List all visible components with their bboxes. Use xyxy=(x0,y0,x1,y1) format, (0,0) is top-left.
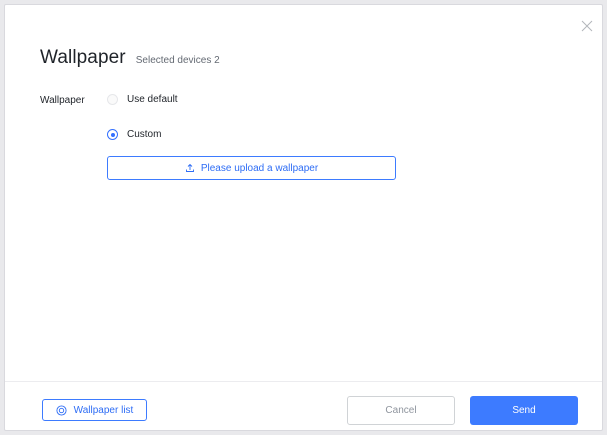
radio-custom[interactable]: Custom xyxy=(107,129,161,140)
cancel-button[interactable]: Cancel xyxy=(347,396,455,425)
wallpaper-list-label: Wallpaper list xyxy=(73,404,134,416)
upload-label: Please upload a wallpaper xyxy=(200,162,319,174)
close-icon[interactable] xyxy=(580,19,594,33)
wallpaper-list-button[interactable]: Wallpaper list xyxy=(42,399,147,421)
list-circle-icon xyxy=(56,404,67,416)
dialog-header: Wallpaper Selected devices 2 xyxy=(40,47,220,69)
upload-wallpaper-button[interactable]: Please upload a wallpaper xyxy=(107,156,396,180)
wallpaper-dialog: Wallpaper Selected devices 2 Wallpaper U… xyxy=(4,4,603,431)
radio-circle[interactable] xyxy=(107,94,118,105)
send-button[interactable]: Send xyxy=(470,396,578,425)
radio-label: Custom xyxy=(127,129,162,140)
dialog-title: Wallpaper xyxy=(40,47,126,68)
radio-circle-checked[interactable] xyxy=(107,129,118,140)
footer-divider xyxy=(5,381,602,382)
dialog-subtitle: Selected devices 2 xyxy=(135,55,220,66)
radio-label: Use default xyxy=(127,94,178,105)
wallpaper-field-label: Wallpaper xyxy=(40,95,85,106)
radio-use-default[interactable]: Use default xyxy=(107,94,178,105)
upload-icon xyxy=(185,163,194,172)
